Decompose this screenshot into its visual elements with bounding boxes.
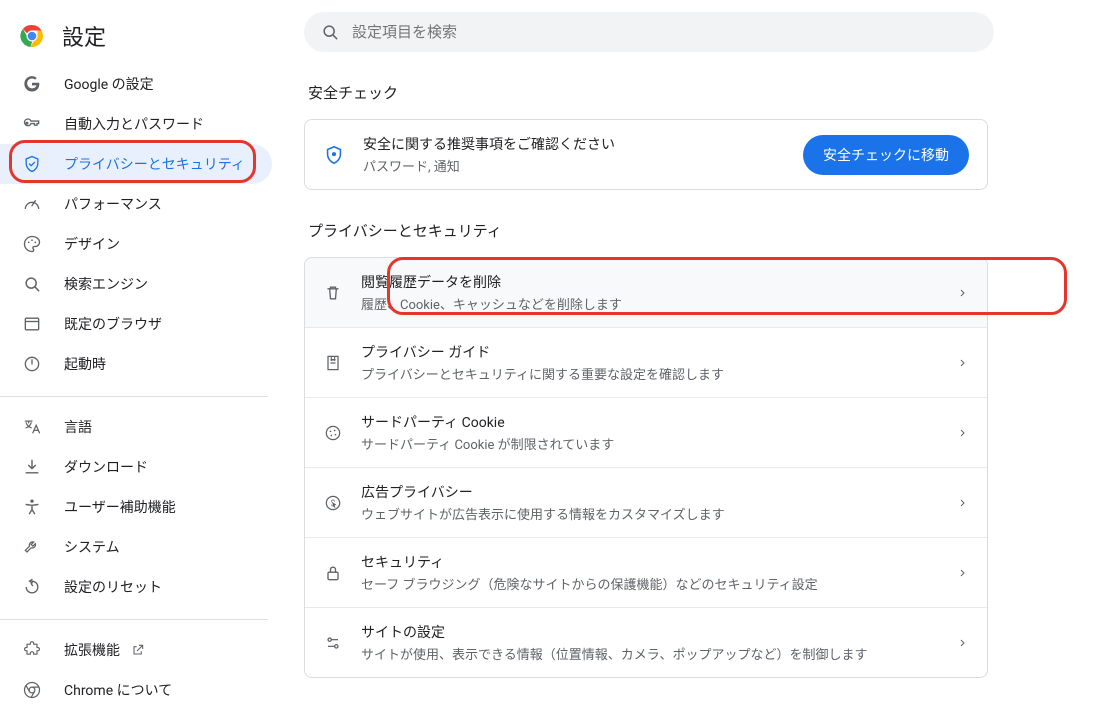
sidebar-item-startup[interactable]: 起動時 — [0, 344, 272, 384]
search-input[interactable] — [352, 23, 978, 41]
row-subtitle: セーフ ブラウジング（危険なサイトからの保護機能）などのセキュリティ設定 — [361, 574, 957, 593]
sidebar-item-label: 起動時 — [64, 354, 106, 374]
reset-icon — [22, 577, 42, 597]
palette-icon — [22, 234, 42, 254]
lock-icon — [323, 563, 343, 583]
privacy-row-guide[interactable]: プライバシー ガイドプライバシーとセキュリティに関する重要な設定を確認します — [305, 327, 987, 397]
sidebar-item-label: デザイン — [64, 234, 120, 254]
sidebar-item-label: 言語 — [64, 417, 92, 437]
sidebar-item-perf[interactable]: パフォーマンス — [0, 184, 272, 224]
privacy-row-cookies[interactable]: サードパーティ Cookie サードパーティ Cookie が制限されています — [305, 397, 987, 467]
chevron-right-icon — [957, 567, 969, 579]
sidebar-item-reset[interactable]: 設定のリセット — [0, 567, 272, 607]
row-subtitle: プライバシーとセキュリティに関する重要な設定を確認します — [361, 364, 957, 383]
sidebar-item-label: プライバシーとセキュリティ — [64, 154, 245, 174]
app-title: 設定 — [62, 20, 106, 52]
trash-icon — [323, 283, 343, 303]
sidebar-item-design[interactable]: デザイン — [0, 224, 272, 264]
sidebar-item-about[interactable]: Chrome について — [0, 670, 272, 710]
row-title: セキュリティ — [361, 552, 957, 572]
row-title: 広告プライバシー — [361, 482, 957, 502]
row-title: 閲覧履歴データを削除 — [361, 272, 957, 292]
accessibility-icon — [22, 497, 42, 517]
sidebar-item-label: Chrome について — [64, 680, 172, 700]
sidebar-item-label: ユーザー補助機能 — [64, 497, 176, 517]
sidebar: 設定 Google の設定自動入力とパスワードプライバシーとセキュリティパフォー… — [0, 0, 280, 718]
row-title: プライバシー ガイド — [361, 342, 957, 362]
safety-headline: 安全に関する推奨事項をご確認ください — [363, 134, 615, 154]
shield-check-icon — [22, 154, 42, 174]
privacy-row-sites[interactable]: サイトの設定サイトが使用、表示できる情報（位置情報、カメラ、ポップアップなど）を… — [305, 607, 987, 677]
privacy-card: 閲覧履歴データを削除履歴、Cookie、キャッシュなどを削除しますプライバシー … — [304, 257, 988, 678]
google-g-icon — [22, 74, 42, 94]
sidebar-item-google[interactable]: Google の設定 — [0, 64, 272, 104]
sidebar-item-label: 自動入力とパスワード — [64, 114, 204, 134]
search-bar[interactable] — [304, 12, 994, 52]
sidebar-item-privacy[interactable]: プライバシーとセキュリティ — [0, 144, 272, 184]
safety-check-button[interactable]: 安全チェックに移動 — [803, 135, 969, 175]
nav-separator — [0, 619, 268, 620]
chevron-right-icon — [957, 287, 969, 299]
chrome-logo-icon — [20, 24, 44, 48]
search-icon — [320, 22, 340, 42]
chevron-right-icon — [957, 637, 969, 649]
row-title: サードパーティ Cookie — [361, 412, 957, 432]
row-subtitle: サイトが使用、表示できる情報（位置情報、カメラ、ポップアップなど）を制御します — [361, 644, 957, 663]
sidebar-item-label: 検索エンジン — [64, 274, 148, 294]
main-content: 安全チェック 安全に関する推奨事項をご確認ください パスワード, 通知 安全チェ… — [280, 0, 1094, 718]
safety-check-card: 安全に関する推奨事項をご確認ください パスワード, 通知 安全チェックに移動 — [304, 119, 988, 190]
row-subtitle: サードパーティ Cookie が制限されています — [361, 434, 957, 453]
cookie-icon — [323, 423, 343, 443]
chevron-right-icon — [957, 497, 969, 509]
sidebar-item-label: システム — [64, 537, 120, 557]
sidebar-item-download[interactable]: ダウンロード — [0, 447, 272, 487]
power-icon — [22, 354, 42, 374]
extension-icon — [22, 640, 42, 660]
section-title-safety: 安全チェック — [308, 82, 1070, 103]
browser-icon — [22, 314, 42, 334]
sidebar-item-browser[interactable]: 既定のブラウザ — [0, 304, 272, 344]
sidebar-item-label: パフォーマンス — [64, 194, 162, 214]
sidebar-item-label: ダウンロード — [64, 457, 148, 477]
sidebar-item-label: 既定のブラウザ — [64, 314, 162, 334]
chevron-right-icon — [957, 357, 969, 369]
privacy-row-ads[interactable]: 広告プライバシーウェブサイトが広告表示に使用する情報をカスタマイズします — [305, 467, 987, 537]
chevron-right-icon — [957, 427, 969, 439]
privacy-row-security[interactable]: セキュリティセーフ ブラウジング（危険なサイトからの保護機能）などのセキュリティ… — [305, 537, 987, 607]
row-subtitle: 履歴、Cookie、キャッシュなどを削除します — [361, 294, 957, 313]
section-title-privacy: プライバシーとセキュリティ — [308, 220, 1070, 241]
open-external-icon — [130, 642, 146, 658]
privacy-row-clear[interactable]: 閲覧履歴データを削除履歴、Cookie、キャッシュなどを削除します — [305, 258, 987, 327]
tools-icon — [22, 537, 42, 557]
key-icon — [22, 114, 42, 134]
translate-icon — [22, 417, 42, 437]
chrome-icon — [22, 680, 42, 700]
shield-icon — [323, 144, 345, 166]
download-icon — [22, 457, 42, 477]
sidebar-item-lang[interactable]: 言語 — [0, 407, 272, 447]
guide-icon — [323, 353, 343, 373]
sidebar-item-autofill[interactable]: 自動入力とパスワード — [0, 104, 272, 144]
sidebar-item-ext[interactable]: 拡張機能 — [0, 630, 272, 670]
safety-subline: パスワード, 通知 — [363, 156, 615, 175]
sidebar-item-label: 拡張機能 — [64, 640, 120, 660]
sidebar-item-label: Google の設定 — [64, 74, 154, 94]
sliders-icon — [323, 633, 343, 653]
magnify-icon — [22, 274, 42, 294]
sidebar-item-label: 設定のリセット — [64, 577, 162, 597]
row-subtitle: ウェブサイトが広告表示に使用する情報をカスタマイズします — [361, 504, 957, 523]
sidebar-item-system[interactable]: システム — [0, 527, 272, 567]
sidebar-item-search[interactable]: 検索エンジン — [0, 264, 272, 304]
nav-separator — [0, 396, 268, 397]
speed-icon — [22, 194, 42, 214]
ads-icon — [323, 493, 343, 513]
row-title: サイトの設定 — [361, 622, 957, 642]
brand: 設定 — [0, 8, 272, 64]
sidebar-item-a11y[interactable]: ユーザー補助機能 — [0, 487, 272, 527]
